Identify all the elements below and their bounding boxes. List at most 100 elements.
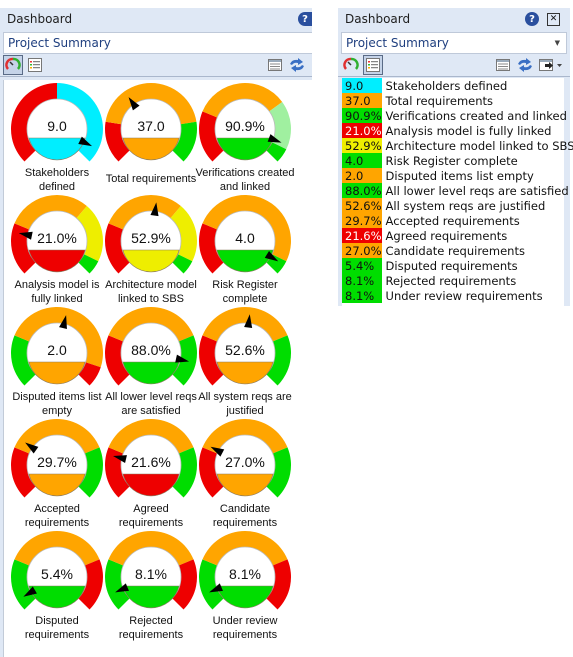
gauge-dial: 8.1%: [199, 531, 291, 610]
gauge-icon: [343, 57, 359, 70]
list-row-value: 21.0%: [342, 123, 382, 138]
list-row[interactable]: 2.0 Disputed items list empty: [342, 168, 573, 183]
help-icon[interactable]: ?: [298, 12, 312, 26]
list-row[interactable]: 5.4% Disputed requirements: [342, 258, 573, 273]
list-row-label: Disputed items list empty: [385, 168, 534, 183]
refresh-icon: [518, 58, 532, 72]
view-selector-value: Project Summary: [346, 36, 449, 50]
gauge-grid: 9.0 Stakeholders defined 37.0 Total require…: [10, 82, 295, 642]
gauge[interactable]: 21.6% Agreed requirements: [104, 418, 198, 530]
gauge-dial: 37.0: [105, 82, 197, 162]
gauge-status-fill: [28, 585, 86, 609]
toolbar: [338, 54, 570, 77]
view-selector[interactable]: Project Summary ▼: [341, 32, 567, 54]
list-row-label: All lower level reqs are satisfied: [385, 183, 569, 198]
gauge[interactable]: 90.9% Verifications created and linked: [195, 82, 295, 194]
gauge-status-fill: [28, 249, 86, 273]
gauge-status-fill: [28, 473, 86, 497]
gauge[interactable]: 8.1% Under review requirements: [198, 530, 292, 642]
gauge-view-button[interactable]: [3, 55, 23, 75]
list-row[interactable]: 29.7% Accepted requirements: [342, 213, 573, 228]
gauge-dial: 90.9%: [199, 83, 291, 162]
export-button[interactable]: [537, 55, 565, 75]
gauge-dial: 2.0: [11, 307, 103, 386]
gauge-dial: 21.0%: [11, 195, 104, 274]
gauge[interactable]: 52.6% All system reqs are justified: [198, 306, 292, 418]
list-row[interactable]: 37.0 Total requirements: [342, 93, 573, 108]
list-row[interactable]: 21.6% Agreed requirements: [342, 228, 573, 243]
list-row[interactable]: 52.9% Architecture model linked to SBS: [342, 138, 573, 153]
gauge[interactable]: 29.7% Accepted requirements: [10, 418, 104, 530]
list-view-button[interactable]: [25, 55, 45, 75]
gauge-label: Analysis model is fully linked: [14, 279, 100, 305]
list-icon: [28, 58, 42, 72]
gauge-value: 52.9%: [131, 230, 171, 246]
gauge-status-fill: [122, 585, 180, 609]
gauge[interactable]: 4.0 Risk Register complete: [198, 194, 292, 306]
list-area: 9.0 Stakeholders defined 37.0 Total require…: [342, 78, 573, 306]
gauge-label: Agreed requirements: [118, 503, 184, 529]
list-row-value: 29.7%: [342, 213, 382, 228]
list-row[interactable]: 4.0 Risk Register complete: [342, 153, 573, 168]
list-row-label: Total requirements: [385, 93, 494, 108]
gauge-label: Under review requirements: [212, 615, 278, 641]
gauge-status-fill: [216, 473, 274, 497]
gauge[interactable]: 2.0 Disputed items list empty: [10, 306, 104, 418]
gauge-area: 9.0 Stakeholders defined 37.0 Total require…: [3, 80, 312, 657]
properties-button[interactable]: [493, 55, 513, 75]
list-row[interactable]: 27.0% Candidate requirements: [342, 243, 573, 258]
gauge-label: Disputed requirements: [24, 615, 90, 641]
list-row-value: 5.4%: [342, 258, 382, 273]
list-row-value: 8.1%: [342, 288, 382, 303]
refresh-button[interactable]: [515, 55, 535, 75]
gauge[interactable]: 9.0 Stakeholders defined: [10, 82, 104, 194]
gauge[interactable]: 8.1% Rejected requirements: [104, 530, 198, 642]
gauge-view-button[interactable]: [341, 55, 361, 75]
gauge-dial: 52.9%: [105, 195, 197, 274]
gauge-dial: 88.0%: [105, 307, 197, 386]
gauge-status-fill: [216, 137, 274, 161]
gauge-status-fill: [28, 137, 86, 161]
list-row[interactable]: 90.9% Verifications created and linked: [342, 108, 573, 123]
list-row[interactable]: 88.0% All lower level reqs are satisfied: [342, 183, 573, 198]
panel-title-bar: Dashboard ?: [0, 8, 312, 30]
export-icon: [539, 59, 562, 71]
gauge-label: Accepted requirements: [24, 503, 90, 529]
list-row-label: Risk Register complete: [385, 153, 518, 168]
gauge[interactable]: 37.0 Total requirements: [104, 82, 198, 194]
list-row[interactable]: 52.6% All system reqs are justified: [342, 198, 573, 213]
gauge[interactable]: 5.4% Disputed requirements: [10, 530, 104, 642]
gauge-status-fill: [216, 249, 274, 273]
gauge-label: Stakeholders defined: [24, 167, 90, 193]
list-row-value: 37.0: [342, 93, 382, 108]
properties-button[interactable]: [265, 55, 285, 75]
gauge-status-fill: [216, 585, 274, 609]
gauge-value: 8.1%: [229, 566, 261, 582]
properties-icon: [496, 59, 510, 71]
list-row-label: Analysis model is fully linked: [385, 123, 552, 138]
refresh-button[interactable]: [287, 55, 307, 75]
gauge[interactable]: 52.9% Architecture model linked to SBS: [104, 194, 198, 306]
panel-title: Dashboard: [7, 12, 73, 26]
gauge[interactable]: 21.0% Analysis model is fully linked: [10, 194, 104, 306]
help-icon[interactable]: ?: [525, 12, 539, 26]
gauge-label: Disputed items list empty: [12, 391, 102, 417]
gauge[interactable]: 27.0% Candidate requirements: [198, 418, 292, 530]
dashboard-panel-list-view: Dashboard ? ✕ Project Summary ▼ 9.0 Stake…: [338, 8, 573, 306]
chevron-down-icon: ▼: [554, 39, 560, 47]
list-row-label: Under review requirements: [385, 288, 543, 303]
refresh-icon: [290, 58, 304, 72]
view-selector[interactable]: Project Summary: [3, 32, 312, 54]
gauge-label: All system reqs are justified: [198, 391, 292, 417]
gauge-status-fill: [122, 361, 180, 385]
list-row-value: 4.0: [342, 153, 382, 168]
list-row[interactable]: 9.0 Stakeholders defined: [342, 78, 573, 93]
list-row[interactable]: 8.1% Rejected requirements: [342, 273, 573, 288]
list-row[interactable]: 8.1% Under review requirements: [342, 288, 573, 303]
list-row[interactable]: 21.0% Analysis model is fully linked: [342, 123, 573, 138]
list-row-value: 9.0: [342, 78, 382, 93]
list-view-button[interactable]: [363, 55, 383, 75]
gauge-value: 4.0: [235, 230, 255, 246]
gauge[interactable]: 88.0% All lower level reqs are satisfied: [104, 306, 198, 418]
close-icon[interactable]: ✕: [547, 12, 560, 26]
